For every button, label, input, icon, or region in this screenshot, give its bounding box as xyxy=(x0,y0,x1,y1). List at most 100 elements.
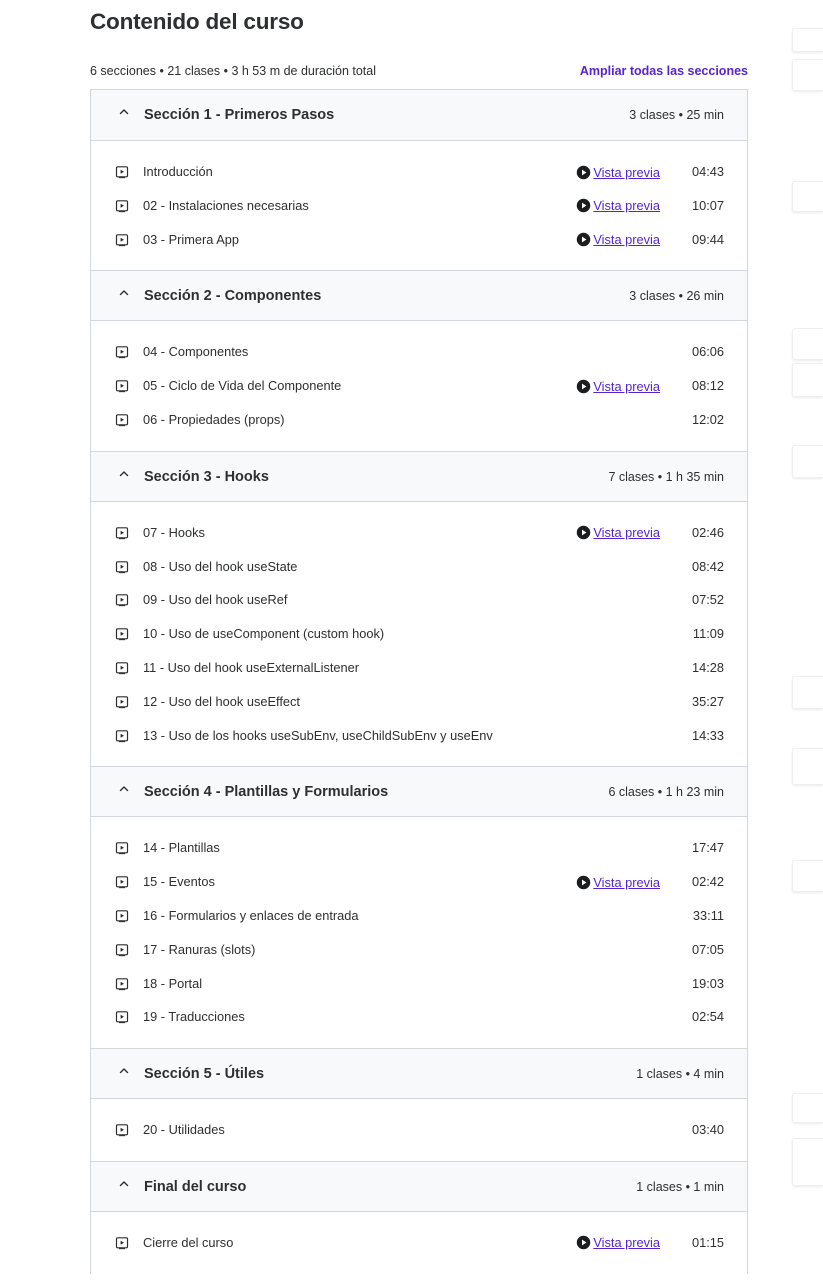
section-lectures: 07 - Hooks Vista previa 02:46 08 - Uso del … xyxy=(91,502,747,767)
lecture-duration: 11:09 xyxy=(692,626,724,642)
section-title: Sección 5 - Útiles xyxy=(144,1066,265,1083)
background-panel-edge xyxy=(792,748,823,785)
video-icon xyxy=(115,729,129,743)
lecture-row: 10 - Uso de useComponent (custom hook) 11… xyxy=(91,618,747,652)
section-header[interactable]: Sección 2 - Componentes 3 clases • 26 min xyxy=(91,270,747,322)
preview-link[interactable]: Vista previa xyxy=(576,873,660,891)
lecture-row[interactable]: Cierre del curso Vista previa 01:15 xyxy=(91,1227,747,1261)
lecture-title: 13 - Uso de los hooks useSubEnv, useChil… xyxy=(143,727,493,743)
video-icon xyxy=(115,593,129,607)
video-icon xyxy=(115,1236,129,1250)
lecture-row[interactable]: 07 - Hooks Vista previa 02:46 xyxy=(91,517,747,551)
section-info: 3 clases • 26 min xyxy=(629,289,724,304)
lecture-title: 19 - Traducciones xyxy=(143,1009,245,1025)
preview-label[interactable]: Vista previa xyxy=(593,165,660,180)
section-info: 3 clases • 25 min xyxy=(629,108,724,122)
video-icon xyxy=(115,345,129,359)
background-panel-edge xyxy=(792,676,823,709)
lecture-title: 07 - Hooks xyxy=(143,524,205,540)
lecture-row[interactable]: 03 - Primera App Vista previa 09:44 xyxy=(91,224,747,258)
lecture-duration: 35:27 xyxy=(691,693,724,709)
video-icon xyxy=(115,943,129,957)
video-icon xyxy=(115,1010,129,1024)
section-title: Sección 4 - Plantillas y Formularios xyxy=(144,784,389,801)
lecture-title: 10 - Uso de useComponent (custom hook) xyxy=(143,626,385,642)
preview-label[interactable]: Vista previa xyxy=(593,198,660,213)
lecture-duration: 33:11 xyxy=(692,907,724,923)
lecture-title: 20 - Utilidades xyxy=(143,1122,225,1138)
lecture-title: 16 - Formularios y enlaces de entrada xyxy=(143,907,359,923)
lecture-row: 13 - Uso de los hooks useSubEnv, useChil… xyxy=(91,720,747,754)
play-circle-icon xyxy=(576,1235,591,1250)
play-circle-icon xyxy=(576,525,591,540)
lecture-title: 06 - Propiedades (props) xyxy=(143,411,285,427)
preview-label[interactable]: Vista previa xyxy=(593,875,660,890)
lecture-title: 08 - Uso del hook useState xyxy=(143,558,298,574)
preview-label[interactable]: Vista previa xyxy=(593,232,660,247)
video-icon xyxy=(115,165,129,179)
preview-link[interactable]: Vista previa xyxy=(576,231,660,249)
video-icon xyxy=(115,627,129,641)
lecture-row[interactable]: 05 - Ciclo de Vida del Componente Vista p… xyxy=(91,370,747,404)
lecture-row[interactable]: 02 - Instalaciones necesarias Vista previ… xyxy=(91,190,747,224)
section-lectures: Cierre del curso Vista previa 01:15 xyxy=(91,1212,747,1274)
section-title: Sección 1 - Primeros Pasos xyxy=(144,107,335,123)
video-icon xyxy=(115,379,129,393)
background-panel-edge xyxy=(792,1138,823,1186)
section-lectures: Introducción Vista previa 04:43 02 - Instal… xyxy=(91,141,747,270)
lecture-duration: 08:12 xyxy=(691,378,724,394)
section-header[interactable]: Sección 3 - Hooks 7 clases • 1 h 35 min xyxy=(91,450,747,502)
lecture-row[interactable]: Introducción Vista previa 04:43 xyxy=(91,156,747,190)
video-icon xyxy=(115,526,129,540)
preview-label[interactable]: Vista previa xyxy=(593,1235,660,1250)
chevron-up-icon xyxy=(117,1064,131,1078)
lecture-duration: 02:42 xyxy=(691,874,724,890)
preview-link[interactable]: Vista previa xyxy=(576,197,660,215)
lecture-duration: 07:05 xyxy=(691,941,724,957)
section-info: 7 clases • 1 h 35 min xyxy=(608,469,724,484)
background-panel-edge xyxy=(792,328,823,360)
section-header[interactable]: Sección 1 - Primeros Pasos 3 clases • 25 … xyxy=(91,90,747,141)
chevron-up-icon xyxy=(117,782,131,796)
video-icon xyxy=(115,233,129,247)
preview-label[interactable]: Vista previa xyxy=(593,379,660,394)
preview-label[interactable]: Vista previa xyxy=(593,525,660,540)
lecture-title: 14 - Plantillas xyxy=(143,840,220,856)
lecture-duration: 02:46 xyxy=(691,524,724,540)
section-title: Sección 3 - Hooks xyxy=(144,468,269,485)
preview-link[interactable]: Vista previa xyxy=(576,377,660,395)
expand-all-sections-button[interactable]: Ampliar todas las secciones xyxy=(580,64,748,78)
page-title: Contenido del curso xyxy=(90,9,304,34)
lecture-row: 11 - Uso del hook useExternalListener 14:… xyxy=(91,652,747,686)
chevron-up-icon xyxy=(117,105,131,119)
lecture-title: Introducción xyxy=(143,164,213,179)
lecture-row: 12 - Uso del hook useEffect 35:27 xyxy=(91,686,747,720)
section-lectures: 20 - Utilidades 03:40 xyxy=(91,1099,747,1161)
lecture-duration: 04:43 xyxy=(691,164,724,179)
preview-link[interactable]: Vista previa xyxy=(576,524,660,542)
video-icon xyxy=(115,875,129,889)
lecture-duration: 19:03 xyxy=(691,975,724,991)
preview-link[interactable]: Vista previa xyxy=(576,163,660,181)
lecture-duration: 14:28 xyxy=(691,659,724,675)
curriculum-list: Sección 1 - Primeros Pasos 3 clases • 25 … xyxy=(90,89,748,1274)
video-icon xyxy=(115,661,129,675)
preview-link[interactable]: Vista previa xyxy=(576,1234,660,1252)
video-icon xyxy=(115,977,129,991)
background-panel-edge xyxy=(792,445,823,478)
video-icon xyxy=(115,695,129,709)
lecture-row: 04 - Componentes 06:06 xyxy=(91,336,747,370)
section-title: Sección 2 - Componentes xyxy=(144,288,322,305)
play-circle-icon xyxy=(576,379,591,394)
lecture-row[interactable]: 15 - Eventos Vista previa 02:42 xyxy=(91,866,747,900)
play-circle-icon xyxy=(576,232,591,247)
lecture-title: 12 - Uso del hook useEffect xyxy=(143,693,300,709)
background-panel-edge xyxy=(792,363,823,397)
course-summary: 6 secciones • 21 clases • 3 h 53 m de du… xyxy=(90,64,376,78)
lecture-duration: 01:15 xyxy=(691,1234,724,1250)
section-header[interactable]: Final del curso 1 clases • 1 min xyxy=(91,1160,747,1212)
section-header[interactable]: Sección 4 - Plantillas y Formularios 6 cl… xyxy=(91,766,747,818)
section-info: 6 clases • 1 h 23 min xyxy=(608,785,724,800)
lecture-row: 18 - Portal 19:03 xyxy=(91,968,747,1002)
section-header[interactable]: Sección 5 - Útiles 1 clases • 4 min xyxy=(91,1048,747,1100)
